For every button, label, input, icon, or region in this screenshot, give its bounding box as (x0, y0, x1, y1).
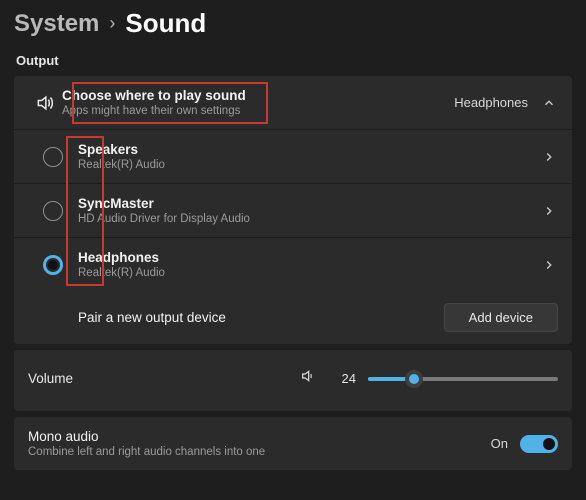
output-device-row-headphones[interactable]: Headphones Realtek(R) Audio (14, 237, 572, 291)
mono-audio-toggle[interactable] (520, 435, 558, 453)
radio-headphones[interactable] (43, 255, 63, 275)
mono-audio-state: On (491, 436, 508, 451)
mono-audio-card: Mono audio Combine left and right audio … (14, 417, 572, 470)
mono-audio-label: Mono audio (28, 429, 491, 444)
output-header-subtitle: Apps might have their own settings (62, 105, 454, 117)
chevron-right-icon[interactable] (540, 150, 558, 164)
output-card: Choose where to play sound Apps might ha… (14, 76, 572, 344)
device-driver-speakers: Realtek(R) Audio (78, 159, 540, 171)
chevron-right-icon[interactable] (540, 204, 558, 218)
mono-audio-desc: Combine left and right audio channels in… (28, 446, 491, 458)
output-device-row-speakers[interactable]: Speakers Realtek(R) Audio (14, 129, 572, 183)
radio-syncmaster[interactable] (43, 201, 63, 221)
output-header-row[interactable]: Choose where to play sound Apps might ha… (14, 76, 572, 129)
volume-slider[interactable] (368, 369, 558, 389)
device-driver-headphones: Realtek(R) Audio (78, 267, 540, 279)
volume-value: 24 (328, 371, 356, 386)
volume-speaker-icon[interactable] (300, 368, 316, 389)
output-header-title: Choose where to play sound (62, 88, 454, 103)
speaker-icon (28, 93, 62, 113)
chevron-right-icon[interactable] (540, 258, 558, 272)
output-section-label: Output (16, 53, 572, 68)
breadcrumb-parent[interactable]: System (14, 10, 99, 38)
chevron-up-icon (540, 96, 558, 110)
breadcrumb-separator: › (109, 13, 115, 34)
device-name-headphones: Headphones (78, 250, 540, 265)
page-title: Sound (125, 8, 206, 39)
device-name-syncmaster: SyncMaster (78, 196, 540, 211)
breadcrumb: System › Sound (14, 8, 572, 39)
device-driver-syncmaster: HD Audio Driver for Display Audio (78, 213, 540, 225)
pair-device-label: Pair a new output device (78, 310, 444, 325)
output-device-row-syncmaster[interactable]: SyncMaster HD Audio Driver for Display A… (14, 183, 572, 237)
pair-device-row: Pair a new output device Add device (14, 291, 572, 344)
device-name-speakers: Speakers (78, 142, 540, 157)
output-current-device: Headphones (454, 95, 528, 110)
volume-card: Volume 24 (14, 350, 572, 411)
radio-speakers[interactable] (43, 147, 63, 167)
volume-label: Volume (28, 371, 118, 386)
add-device-button[interactable]: Add device (444, 303, 558, 332)
